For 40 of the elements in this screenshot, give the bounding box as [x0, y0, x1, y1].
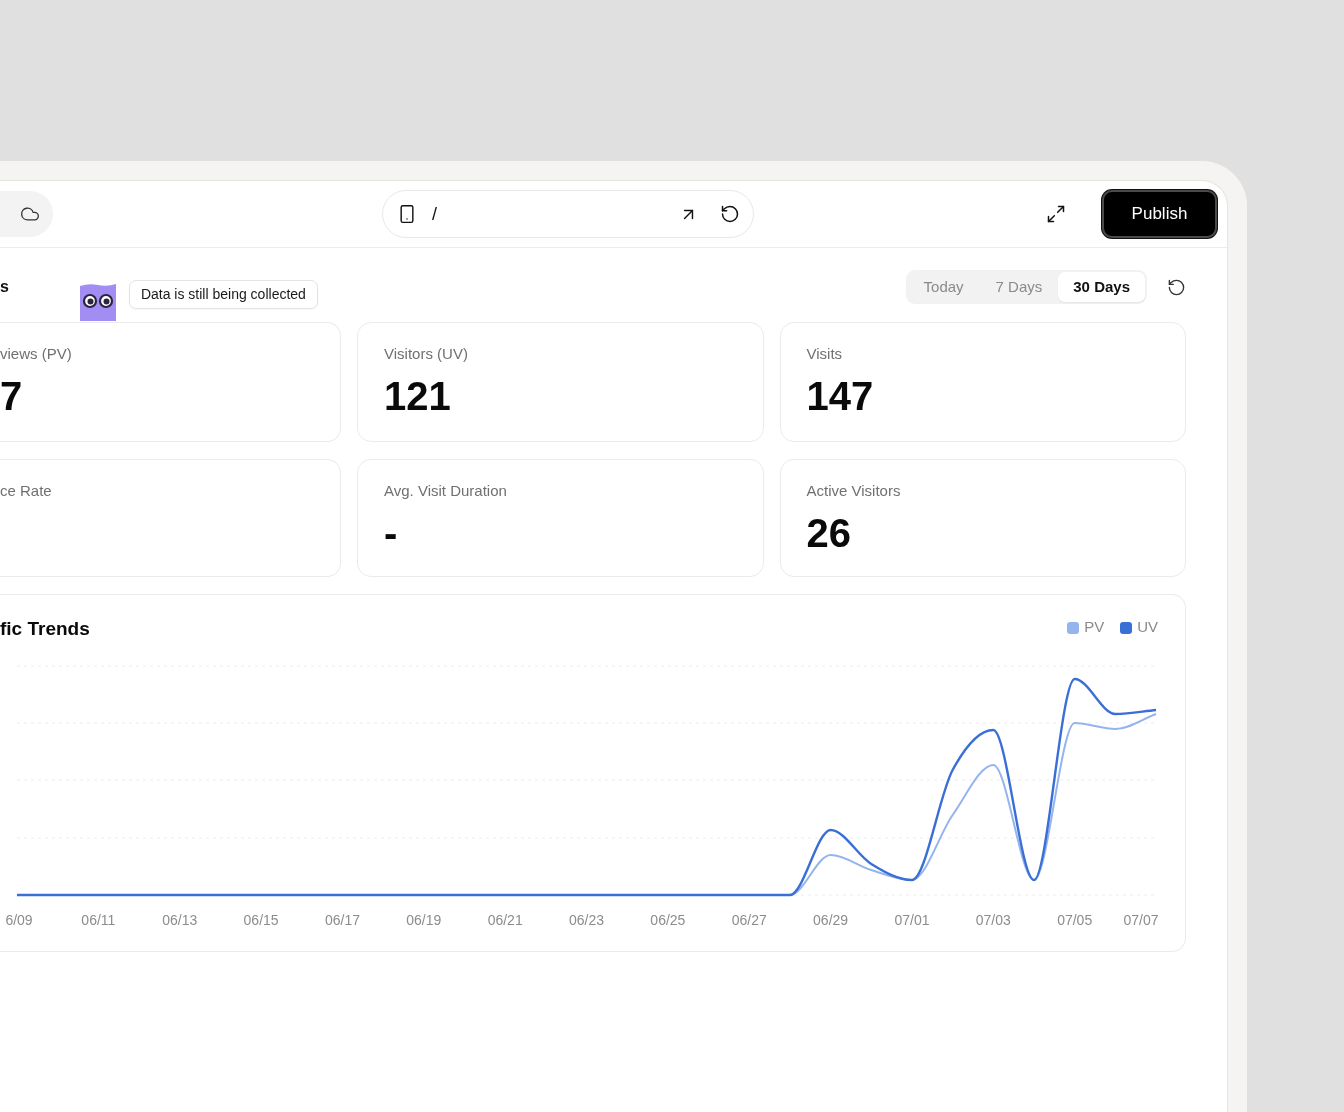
axis-label: 06/15: [243, 911, 279, 929]
axis-label: 06/25: [650, 911, 686, 929]
stat-label: views (PV): [0, 344, 73, 364]
axis-label: 07/05: [1057, 911, 1093, 929]
status-badge: Data is still being collected: [128, 280, 318, 309]
axis-label: 07/03: [975, 911, 1011, 929]
legend-label: PV: [1084, 617, 1105, 638]
axis-label: 06/27: [731, 911, 767, 929]
publish-button[interactable]: Publish: [1102, 190, 1217, 238]
cloud-button[interactable]: [0, 191, 53, 237]
axis-label: 06/17: [324, 911, 360, 929]
stat-label: Avg. Visit Duration: [384, 481, 508, 501]
page-title: s: [0, 277, 9, 297]
axis-label: 06/23: [569, 911, 605, 929]
mobile-device-icon[interactable]: [397, 204, 417, 224]
range-tab[interactable]: 30 Days: [1058, 272, 1145, 302]
axis-label: 06/29: [813, 911, 849, 929]
axis-label: 06/19: [406, 911, 442, 929]
stat-value: 121: [384, 374, 451, 418]
stat-value: 147: [806, 374, 874, 418]
stat-value: 7: [0, 374, 23, 418]
refresh-icon[interactable]: [1167, 278, 1186, 297]
url-path: /: [432, 202, 437, 226]
axis-label: 07/01: [894, 911, 930, 929]
axis-label: 06/21: [487, 911, 523, 929]
axis-label: 06/13: [162, 911, 198, 929]
legend-label: UV: [1137, 617, 1158, 638]
axis-label: 07/07: [1123, 911, 1159, 929]
stat-label: ce Rate: [0, 481, 53, 501]
stat-label: Active Visitors: [806, 481, 902, 501]
refresh-icon[interactable]: [720, 204, 740, 224]
axis-label: 6/09: [5, 911, 33, 929]
chart-title: fic Trends: [0, 617, 90, 641]
stat-label: Visits: [806, 344, 844, 364]
stat-value: 26: [806, 511, 851, 555]
stat-value: -: [384, 511, 398, 555]
fullscreen-icon[interactable]: [1046, 204, 1066, 224]
axis-label: 06/11: [81, 911, 116, 929]
cloud-icon: [20, 204, 40, 224]
stat-label: Visitors (UV): [384, 344, 469, 364]
